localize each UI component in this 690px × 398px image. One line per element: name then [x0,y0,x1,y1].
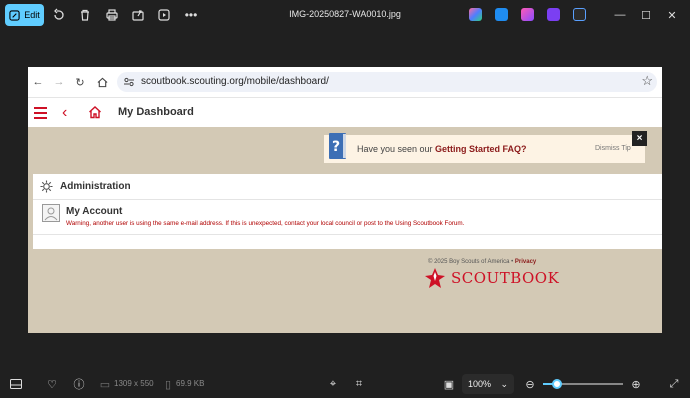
url-text: scoutbook.scouting.org/mobile/dashboard/ [141,76,329,87]
favorite-heart-icon[interactable]: ♡ [45,377,59,391]
text-scan-icon[interactable]: ⌗ [352,377,366,391]
back-chevron-icon[interactable]: ‹ [62,104,67,122]
clipchamp-icon[interactable] [521,8,534,21]
address-bar[interactable]: scoutbook.scouting.org/mobile/dashboard/… [117,72,657,92]
file-size-icon: ▯ [164,378,172,391]
administration-header: Administration [33,174,662,200]
photos-top-bar: Edit ••• IMG-20250827-WA0010.jpg — ☐ ✕ [0,0,690,30]
file-title: IMG-20250827-WA0010.jpg [289,9,401,19]
zoom-slider-thumb[interactable] [552,379,562,389]
bsa-emblem-icon [425,268,445,288]
info-icon[interactable]: ⓘ [72,377,86,391]
filmstrip-icon[interactable] [9,377,23,391]
hamburger-menu-icon[interactable] [34,107,47,122]
minimize-icon[interactable]: — [611,6,629,24]
help-book-icon: ? [329,133,346,159]
faq-link[interactable]: Getting Started FAQ? [435,144,527,154]
site-info-icon[interactable] [123,76,135,88]
zoom-level-dropdown[interactable]: 100% ⌄ [462,374,514,394]
browser-toolbar: ← → ↻ scoutbook.scouting.org/mobile/dash… [28,67,662,97]
file-size: 69.9 KB [176,379,205,388]
avatar [42,204,60,222]
designer-icon[interactable] [495,8,508,21]
scoutbook-logo: SCOUTBOOK [451,269,560,287]
svg-text:?: ? [332,139,340,155]
back-arrow-icon[interactable]: ← [31,75,45,89]
home-icon[interactable] [95,75,109,89]
close-window-icon[interactable]: ✕ [663,6,681,24]
reload-icon[interactable]: ↻ [73,75,87,89]
divider [33,234,662,235]
fullscreen-icon[interactable]: ⤢ [667,377,681,391]
zoom-level: 100% [468,379,492,389]
bookmark-star-icon[interactable]: ☆ [641,73,653,89]
dismiss-tip-link[interactable]: Dismiss Tip [595,145,631,152]
dimensions-icon: ▭ [99,378,111,391]
faq-text: Have you seen our Getting Started FAQ? [357,144,527,154]
forward-arrow-icon[interactable]: → [52,75,66,89]
image-dimensions: 1309 x 550 [114,379,154,388]
image-viewport: ← → ↻ scoutbook.scouting.org/mobile/dash… [28,67,662,333]
onedrive-icon[interactable] [573,8,586,21]
close-tip-button[interactable]: × [632,131,647,146]
footer-copyright: © 2025 Boy Scouts of America • Privacy [428,259,537,265]
privacy-link[interactable]: Privacy [515,259,536,265]
account-warning: Warning, another user is using the same … [66,220,465,227]
photos-bottom-bar: ♡ ⓘ ▭ 1309 x 550 ▯ 69.9 KB ⌖ ⌗ ▣ 100% ⌄ … [0,370,690,398]
copilot-icon[interactable] [469,8,482,21]
maximize-icon[interactable]: ☐ [637,6,655,24]
chevron-down-icon: ⌄ [500,378,508,389]
zoom-in-icon[interactable]: ⊕ [629,377,643,391]
zoom-out-icon[interactable]: ⊖ [523,377,537,391]
home-nav-icon[interactable] [88,105,102,119]
app-icon[interactable] [547,8,560,21]
my-account-link[interactable]: My Account [66,206,122,217]
gear-icon [40,180,53,193]
page-title: My Dashboard [118,106,194,118]
scoutbook-header: ‹ My Dashboard [28,97,662,127]
fit-to-window-icon[interactable]: ▣ [442,377,456,391]
administration-card: Administration My Account Warning, anoth… [33,174,662,249]
administration-title: Administration [60,181,131,192]
visual-search-icon[interactable]: ⌖ [326,377,340,391]
